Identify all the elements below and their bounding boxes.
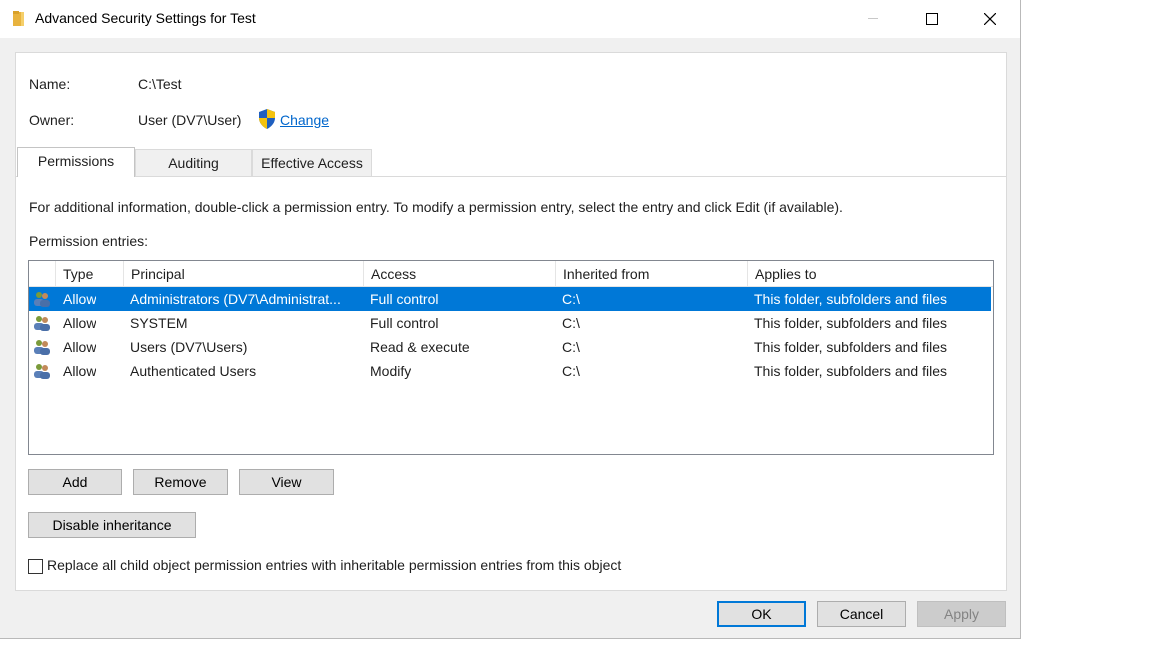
maximize-button[interactable] xyxy=(908,0,954,38)
owner-value: User (DV7\User) xyxy=(138,112,242,128)
table-row[interactable]: Allow Administrators (DV7\Administrat...… xyxy=(29,287,991,311)
row-principal: Administrators (DV7\Administrat... xyxy=(130,291,341,307)
row-applies-to: This folder, subfolders and files xyxy=(754,291,947,307)
close-button[interactable] xyxy=(967,0,1013,38)
permission-entries-list[interactable]: Type Principal Access Inherited from App… xyxy=(28,260,994,455)
row-applies-to: This folder, subfolders and files xyxy=(754,363,947,379)
column-header-access[interactable]: Access xyxy=(363,261,555,286)
apply-button[interactable]: Apply xyxy=(917,601,1006,627)
security-dialog: Advanced Security Settings for Test Name… xyxy=(0,0,1021,639)
column-header-type[interactable]: Type xyxy=(55,261,123,286)
minimize-button[interactable] xyxy=(850,0,896,38)
disable-inheritance-button[interactable]: Disable inheritance xyxy=(28,512,196,538)
uac-shield-icon xyxy=(259,109,275,129)
users-group-icon xyxy=(34,340,50,355)
row-access: Modify xyxy=(370,363,412,379)
add-button[interactable]: Add xyxy=(28,469,122,495)
tab-strip-border xyxy=(16,176,1006,177)
column-header-principal[interactable]: Principal xyxy=(123,261,363,286)
row-type: Allow xyxy=(63,291,97,307)
owner-label: Owner: xyxy=(29,112,75,128)
replace-child-permissions-label[interactable]: Replace all child object permission entr… xyxy=(47,557,621,573)
row-principal: Users (DV7\Users) xyxy=(130,339,248,355)
row-inherited-from: C:\ xyxy=(562,315,580,331)
row-type: Allow xyxy=(63,339,97,355)
folder-icon xyxy=(13,11,24,26)
row-principal: Authenticated Users xyxy=(130,363,257,379)
view-button[interactable]: View xyxy=(239,469,334,495)
instructions-text: For additional information, double-click… xyxy=(29,199,843,215)
table-row[interactable]: Allow Authenticated Users Modify C:\ Thi… xyxy=(29,359,991,383)
list-header: Type Principal Access Inherited from App… xyxy=(29,261,993,287)
row-access: Read & execute xyxy=(370,339,470,355)
tab-auditing[interactable]: Auditing xyxy=(135,149,252,176)
table-row[interactable]: Allow Users (DV7\Users) Read & execute C… xyxy=(29,335,991,359)
row-applies-to: This folder, subfolders and files xyxy=(754,315,947,331)
permission-entries-label: Permission entries: xyxy=(29,233,149,249)
name-value: C:\Test xyxy=(138,76,182,92)
ok-button[interactable]: OK xyxy=(717,601,806,627)
row-inherited-from: C:\ xyxy=(562,291,580,307)
users-group-icon xyxy=(34,292,50,307)
row-type: Allow xyxy=(63,315,97,331)
row-type: Allow xyxy=(63,363,97,379)
name-label: Name: xyxy=(29,76,71,92)
table-row[interactable]: Allow SYSTEM Full control C:\ This folde… xyxy=(29,311,991,335)
row-inherited-from: C:\ xyxy=(562,339,580,355)
row-access: Full control xyxy=(370,291,439,307)
users-group-icon xyxy=(34,364,50,379)
title-bar[interactable]: Advanced Security Settings for Test xyxy=(0,0,1020,38)
row-applies-to: This folder, subfolders and files xyxy=(754,339,947,355)
row-principal: SYSTEM xyxy=(130,315,188,331)
cancel-button[interactable]: Cancel xyxy=(817,601,906,627)
settings-panel: Name: C:\Test Owner: User (DV7\User) Cha… xyxy=(15,52,1007,591)
row-inherited-from: C:\ xyxy=(562,363,580,379)
tab-effective-access[interactable]: Effective Access xyxy=(252,149,372,176)
change-owner-link[interactable]: Change xyxy=(280,112,329,128)
column-header-inherited-from[interactable]: Inherited from xyxy=(555,261,747,286)
column-header-applies-to[interactable]: Applies to xyxy=(747,261,991,286)
remove-button[interactable]: Remove xyxy=(133,469,228,495)
close-icon xyxy=(984,13,996,25)
window-title: Advanced Security Settings for Test xyxy=(35,10,256,26)
row-access: Full control xyxy=(370,315,439,331)
replace-child-permissions-checkbox[interactable] xyxy=(28,559,43,574)
tab-permissions[interactable]: Permissions xyxy=(17,147,135,177)
users-group-icon xyxy=(34,316,50,331)
